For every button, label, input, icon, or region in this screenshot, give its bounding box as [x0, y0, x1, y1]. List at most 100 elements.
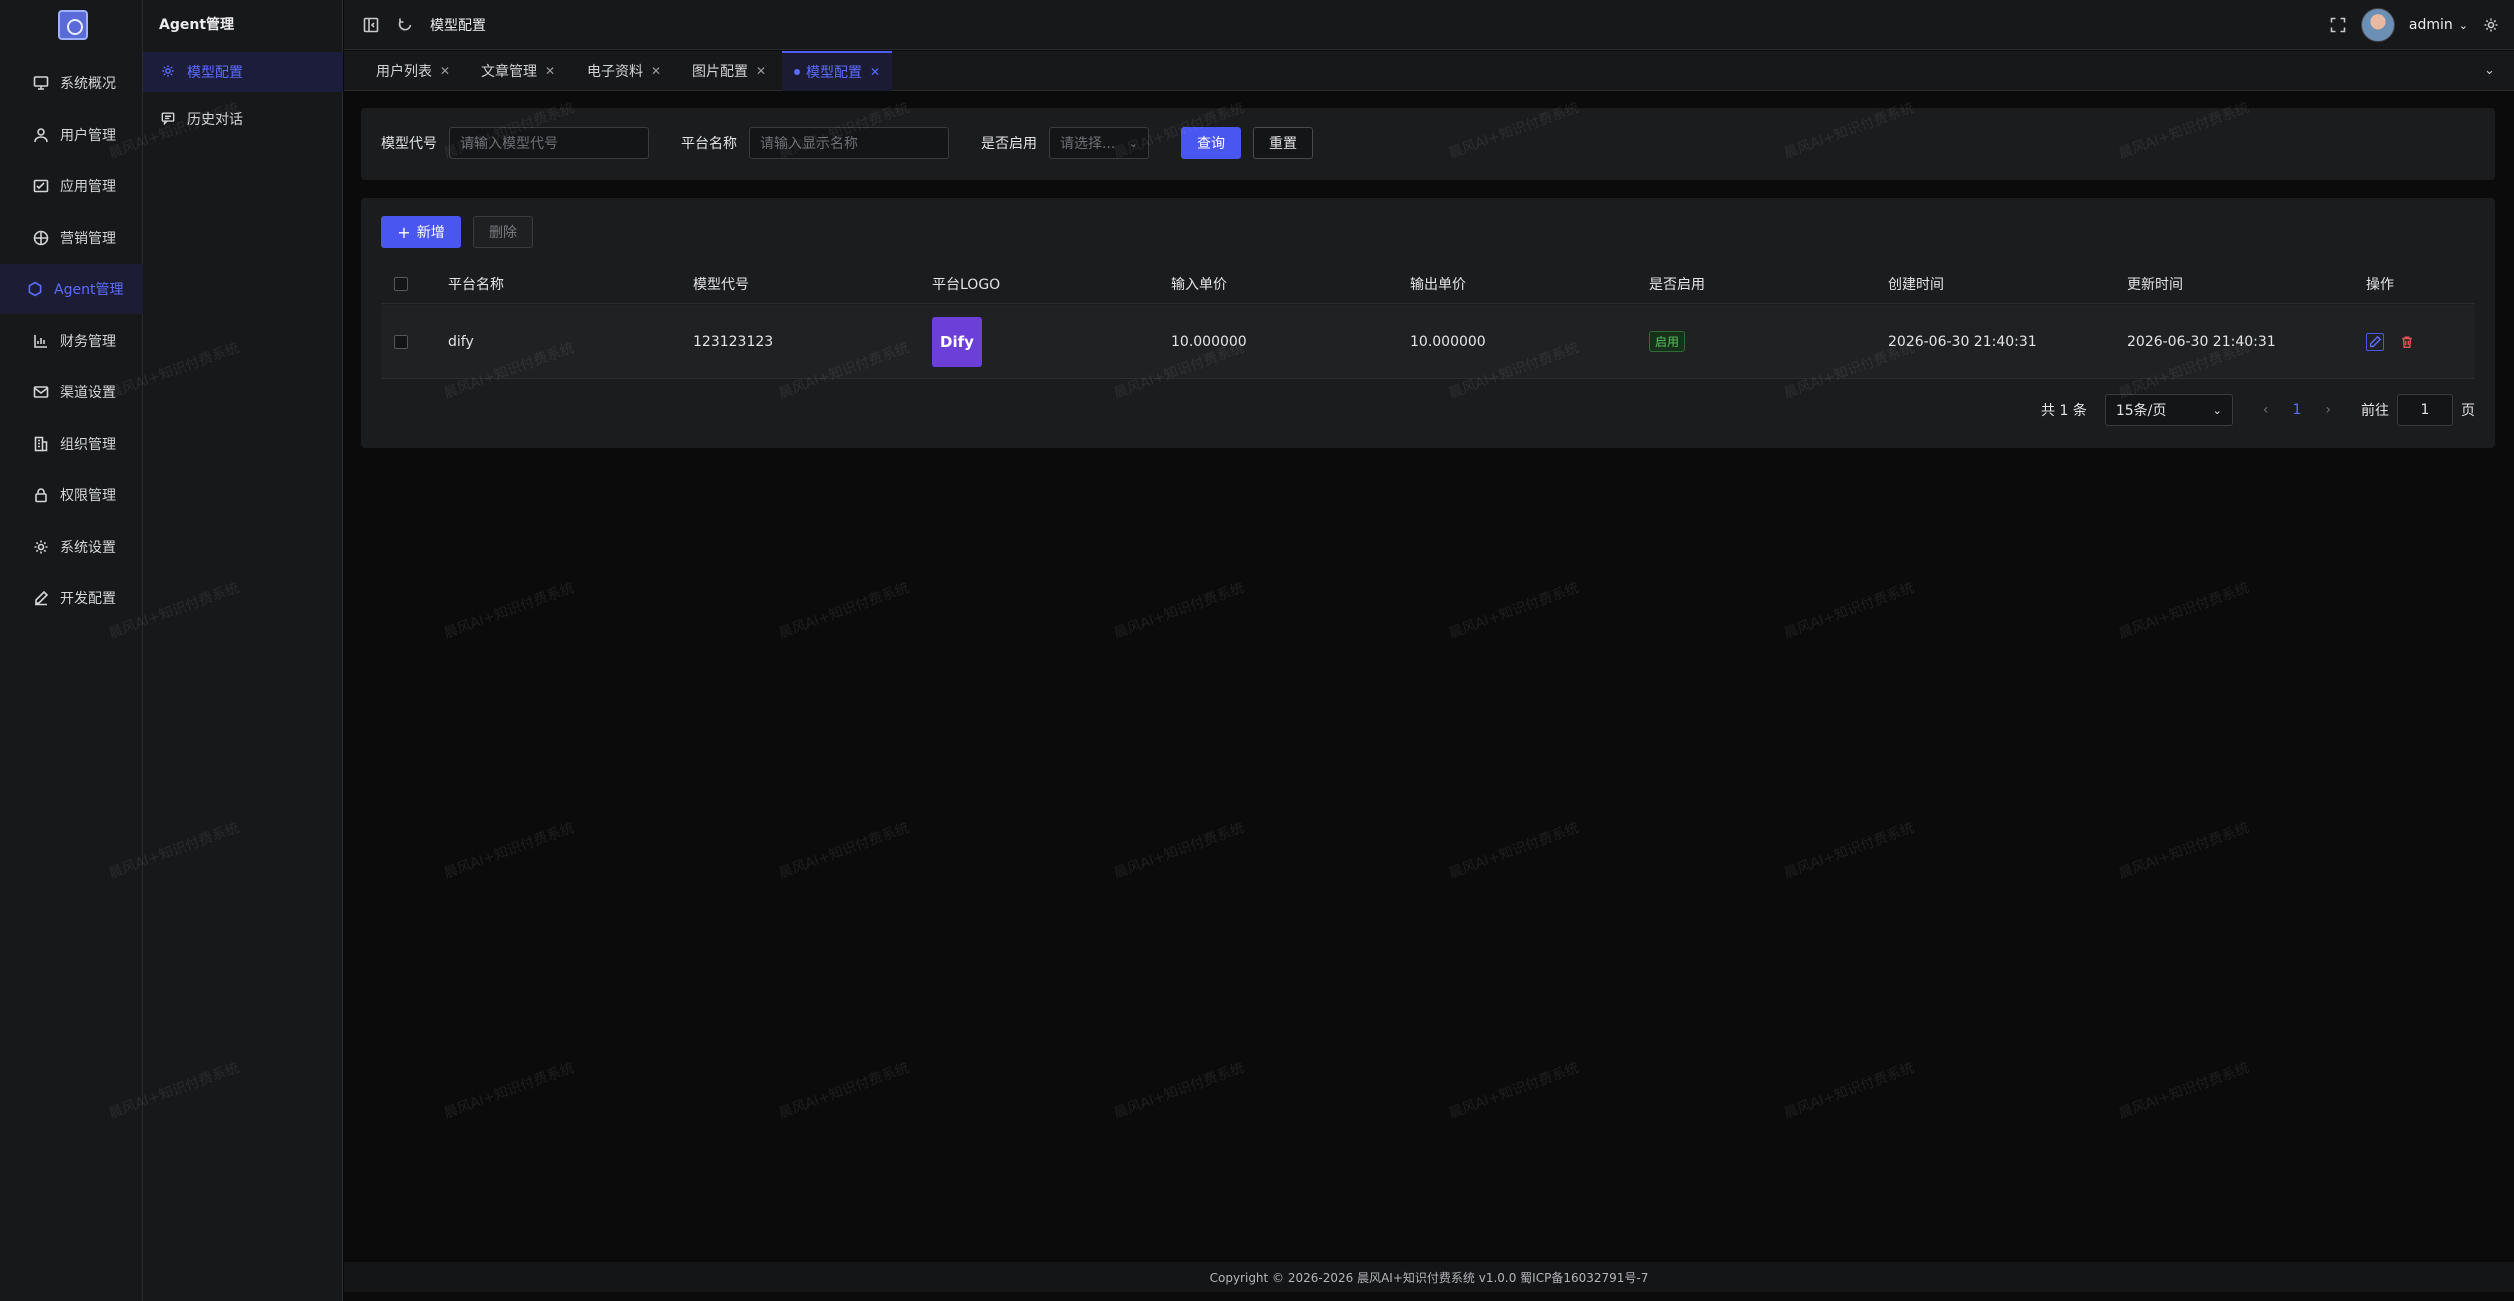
rail-item-label: Agent管理: [54, 282, 124, 298]
tab-e-materials[interactable]: 电子资料 ✕: [575, 51, 673, 91]
gear-icon: [161, 64, 177, 80]
user-icon: [32, 126, 50, 144]
column-header: 平台名称: [448, 276, 504, 293]
enabled-select[interactable]: 请选择... ⌄: [1049, 127, 1149, 159]
user-menu[interactable]: admin ⌄: [2409, 17, 2468, 33]
column-header: 平台LOGO: [932, 276, 1001, 293]
row-checkbox[interactable]: [394, 334, 408, 349]
enabled-label: 是否启用: [981, 136, 1037, 152]
column-header: 操作: [2366, 276, 2394, 293]
prev-page-icon[interactable]: ‹: [2263, 402, 2269, 418]
reset-button[interactable]: 重置: [1253, 127, 1313, 159]
watermark-text: 晨风AI+知识付费系统: [2116, 819, 2252, 882]
platform-logo: Dify: [932, 316, 982, 367]
settings-icon[interactable]: [2482, 16, 2500, 34]
rail-item-dev-config[interactable]: 开发配置: [0, 573, 143, 623]
column-header: 输入单价: [1171, 276, 1227, 293]
tab-label: 用户列表: [376, 64, 432, 80]
close-icon[interactable]: ✕: [756, 64, 766, 78]
enabled-select-placeholder: 请选择...: [1060, 136, 1116, 152]
chevron-down-icon: ⌄: [1128, 136, 1138, 150]
chevron-down-icon[interactable]: ⌄: [2484, 63, 2498, 78]
page-size-value: 15条/页: [2115, 403, 2167, 419]
avatar[interactable]: [2360, 8, 2395, 42]
rail-item-overview[interactable]: 系统概况: [0, 58, 143, 108]
mail-icon: [32, 383, 50, 401]
page-number-current[interactable]: 1: [2292, 402, 2301, 418]
rail-item-label: 权限管理: [60, 488, 116, 504]
platform-name-input[interactable]: 请输入显示名称: [749, 127, 949, 159]
watermark-text: 晨风AI+知识付费系统: [1111, 1059, 1247, 1122]
rail-item-label: 系统设置: [60, 540, 116, 556]
watermark-text: 晨风AI+知识付费系统: [441, 1059, 577, 1122]
tab-label: 图片配置: [692, 64, 748, 80]
submenu-item-history[interactable]: 历史对话: [143, 99, 343, 139]
refresh-icon[interactable]: [396, 16, 414, 34]
table-card: + 新增 删除 平台名称 模型代号 平台LOGO 输入单价 输出单价 是否启用 创…: [361, 198, 2495, 448]
query-button[interactable]: 查询: [1181, 127, 1241, 159]
footer: Copyright © 2026-2026 晨风AI+知识付费系统 v1.0.0…: [344, 1262, 2514, 1292]
rail-item-permissions[interactable]: 权限管理: [0, 470, 143, 520]
rail-item-settings[interactable]: 系统设置: [0, 522, 143, 572]
page-size-select[interactable]: 15条/页 ⌄: [2104, 394, 2233, 426]
rail-item-users[interactable]: 用户管理: [0, 110, 143, 160]
close-icon[interactable]: ✕: [545, 64, 555, 78]
edit-icon[interactable]: [2366, 332, 2384, 351]
chevron-down-icon: ⌄: [2212, 403, 2222, 417]
rail-item-label: 组织管理: [60, 437, 116, 453]
app-icon: [32, 177, 50, 195]
rail-item-channels[interactable]: 渠道设置: [0, 367, 143, 417]
rail-item-finance[interactable]: 财务管理: [0, 316, 143, 366]
agent-icon: [26, 280, 44, 298]
model-code-input[interactable]: 请输入模型代号: [449, 127, 649, 159]
submenu-item-model-config[interactable]: 模型配置: [143, 52, 343, 92]
next-page-icon[interactable]: ›: [2325, 402, 2331, 418]
rail-item-marketing[interactable]: 营销管理: [0, 213, 143, 263]
fullscreen-icon[interactable]: [2329, 16, 2347, 34]
tab-model-config[interactable]: 模型配置 ✕: [782, 51, 893, 91]
chat-icon: [161, 111, 177, 127]
close-icon[interactable]: ✕: [870, 65, 880, 79]
watermark-text: 晨风AI+知识付费系统: [1111, 819, 1247, 882]
table-header: 平台名称 模型代号 平台LOGO 输入单价 输出单价 是否启用 创建时间 更新时…: [381, 264, 2475, 304]
submenu-panel: Agent管理 模型配置 历史对话: [143, 0, 343, 1301]
rail-item-apps[interactable]: 应用管理: [0, 161, 143, 211]
tab-image-config[interactable]: 图片配置 ✕: [680, 51, 778, 91]
add-button[interactable]: + 新增: [381, 216, 461, 248]
chevron-down-icon: ⌄: [2458, 18, 2468, 32]
watermark-text: 晨风AI+知识付费系统: [776, 819, 912, 882]
tab-user-list[interactable]: 用户列表 ✕: [364, 51, 462, 91]
rail-item-label: 系统概况: [60, 76, 116, 92]
cell-updated: 2026-06-30 21:40:31: [2127, 333, 2276, 350]
finance-icon: [32, 332, 50, 350]
rail-item-agent[interactable]: Agent管理: [0, 264, 143, 314]
platform-name-label: 平台名称: [681, 136, 737, 152]
app-logo[interactable]: [58, 10, 88, 40]
gear-icon: [32, 538, 50, 556]
plus-icon: +: [397, 222, 411, 242]
select-all-checkbox[interactable]: [394, 276, 408, 291]
goto-page-input[interactable]: 1: [2397, 394, 2453, 426]
collapse-sidebar-icon[interactable]: [362, 16, 380, 34]
watermark-text: 晨风AI+知识付费系统: [776, 579, 912, 642]
column-header: 更新时间: [2127, 276, 2183, 293]
submenu-item-label: 历史对话: [187, 112, 243, 128]
rail-item-label: 渠道设置: [60, 385, 116, 401]
delete-button[interactable]: 删除: [473, 216, 533, 248]
submenu-item-label: 模型配置: [187, 65, 243, 81]
logo-text: Dify: [940, 332, 974, 351]
close-icon[interactable]: ✕: [440, 64, 450, 78]
submenu-title: Agent管理: [159, 17, 235, 33]
tab-label: 模型配置: [806, 65, 862, 81]
active-dot-icon: [794, 69, 800, 75]
close-icon[interactable]: ✕: [651, 64, 661, 78]
goto-label: 前往: [2361, 403, 2389, 419]
rail-item-organization[interactable]: 组织管理: [0, 419, 143, 469]
trash-icon[interactable]: [2398, 333, 2416, 351]
marketing-icon: [32, 229, 50, 247]
watermark-text: 晨风AI+知识付费系统: [776, 1059, 912, 1122]
rail-item-label: 开发配置: [60, 591, 116, 607]
footer-copyright: Copyright © 2026-2026 晨风AI+知识付费系统 v1.0.0…: [1209, 1270, 1649, 1285]
column-header: 创建时间: [1888, 276, 1944, 293]
tab-articles[interactable]: 文章管理 ✕: [469, 51, 567, 91]
